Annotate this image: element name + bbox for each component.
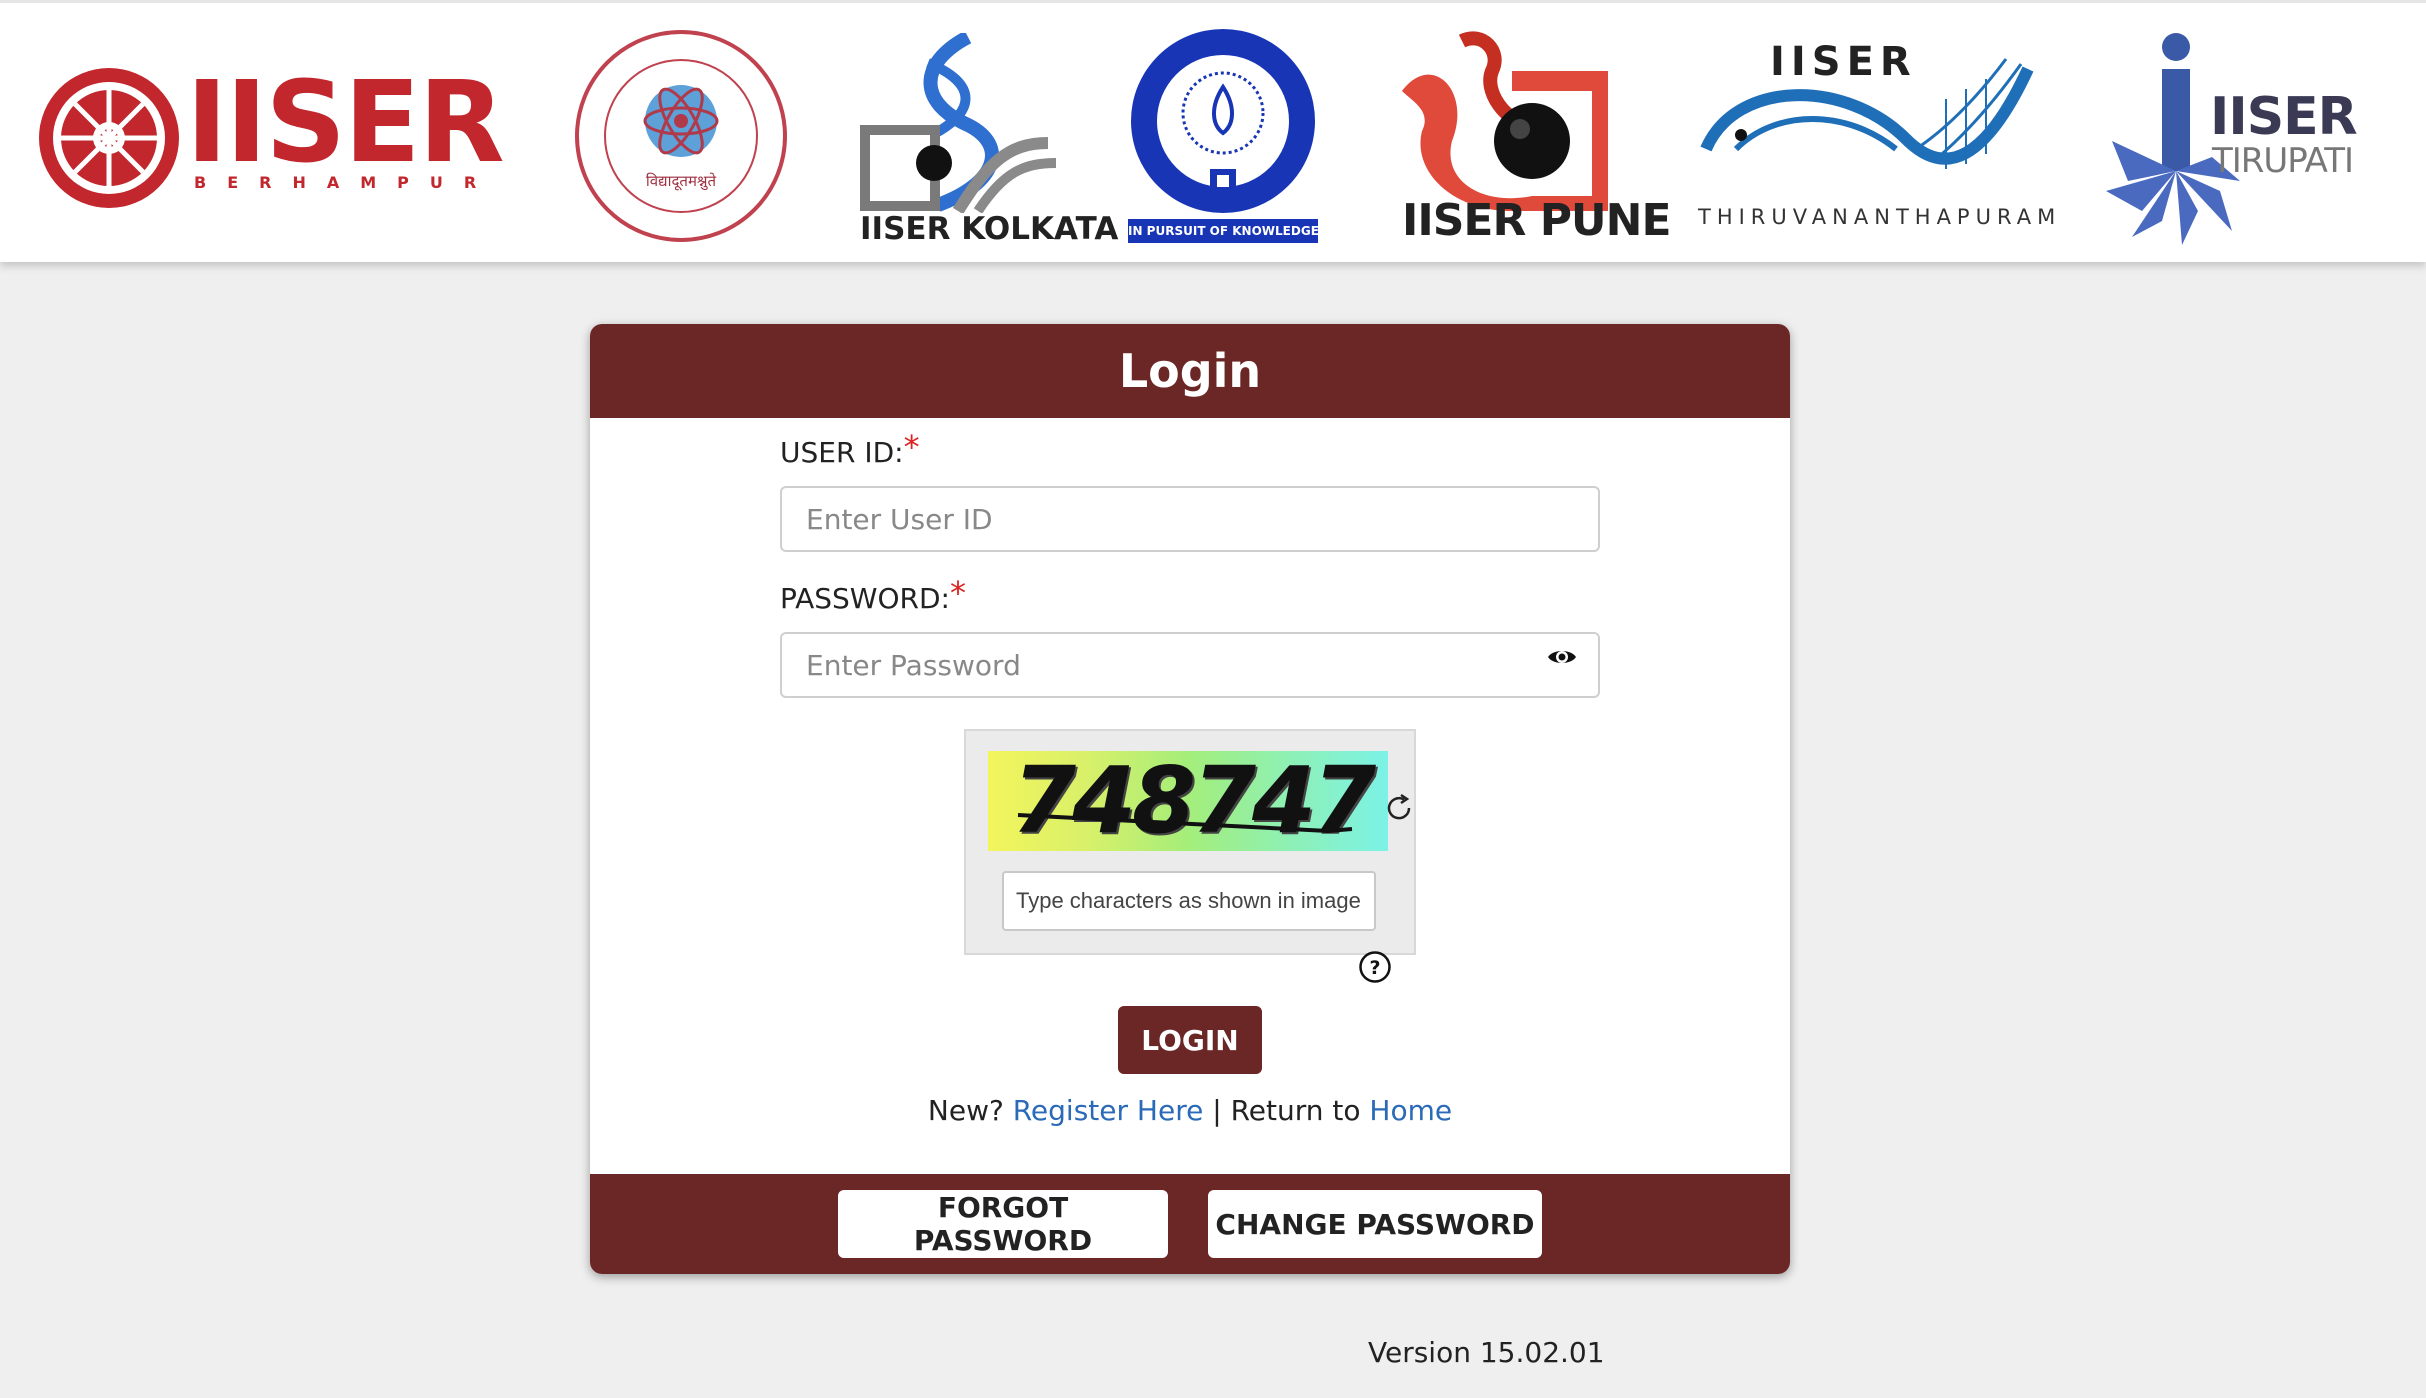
return-text: Return to bbox=[1230, 1094, 1361, 1127]
captcha-refresh-icon[interactable] bbox=[1382, 791, 1416, 825]
kolkata-logo-title: IISER KOLKATA bbox=[860, 211, 1119, 247]
iiser-tirupati-logo: IISER TIRUPATI bbox=[2102, 31, 2358, 245]
show-password-eye-icon[interactable] bbox=[1545, 640, 1579, 674]
tirupati-logo-title: IISER bbox=[2210, 87, 2358, 147]
login-title: Login bbox=[1118, 344, 1262, 398]
login-card: Login USER ID:* PASSWORD:* 748747 bbox=[590, 324, 1790, 1274]
login-card-footer: FORGOT PASSWORD CHANGE PASSWORD bbox=[590, 1174, 1790, 1274]
iiser-thiruvananthapuram-logo: IISER THIRUVANANTHAPURAM bbox=[1696, 39, 2055, 239]
captcha-image: 748747 bbox=[988, 751, 1388, 851]
links-separator: | bbox=[1212, 1094, 1222, 1127]
user-id-label: USER ID:* bbox=[780, 428, 920, 474]
captcha-input[interactable] bbox=[1002, 871, 1376, 931]
password-label: PASSWORD:* bbox=[780, 574, 966, 620]
mohali-tagline: IN PURSUIT OF KNOWLEDGE bbox=[1128, 219, 1319, 243]
version-label: Version 15.02.01 bbox=[1368, 1336, 1605, 1369]
required-marker: * bbox=[949, 574, 966, 612]
new-text: New? bbox=[927, 1094, 1004, 1127]
berhampur-logo-title: IISER bbox=[186, 58, 505, 188]
user-id-input[interactable] bbox=[780, 486, 1600, 552]
bhopal-motto: विद्यादूतमश्नुते bbox=[645, 172, 717, 190]
iiser-berhampur-logo: IISER BERHAMPUR bbox=[36, 63, 506, 213]
pune-logo-title: IISER PUNE bbox=[1402, 195, 1672, 246]
login-button[interactable]: LOGIN bbox=[1118, 1006, 1262, 1074]
password-input[interactable] bbox=[780, 632, 1600, 698]
register-home-links: New? Register Here | Return to Home bbox=[590, 1094, 1790, 1127]
home-link[interactable]: Home bbox=[1369, 1094, 1452, 1127]
captcha-help-icon[interactable]: ? bbox=[1358, 950, 1392, 984]
iiser-bhopal-logo: विद्यादूतमश्नुते bbox=[574, 29, 788, 243]
iiser-pune-logo: IISER PUNE bbox=[1392, 31, 1672, 247]
thiruvananthapuram-logo-title: IISER bbox=[1770, 39, 1917, 85]
iiser-mohali-logo: IN PURSUIT OF KNOWLEDGE bbox=[1128, 29, 1319, 245]
header-logo-banner: IISER BERHAMPUR विद्यादूतमश्नुते IISER K… bbox=[0, 0, 2426, 262]
user-id-label-text: USER ID: bbox=[780, 436, 904, 469]
thiruvananthapuram-logo-subtitle: THIRUVANANTHAPURAM bbox=[1698, 205, 2062, 229]
login-card-header: Login bbox=[590, 324, 1790, 418]
berhampur-logo-subtitle: BERHAMPUR bbox=[194, 173, 498, 192]
forgot-password-button[interactable]: FORGOT PASSWORD bbox=[838, 1190, 1168, 1258]
required-marker: * bbox=[903, 428, 920, 466]
tirupati-logo-subtitle: TIRUPATI bbox=[2212, 141, 2354, 181]
password-label-text: PASSWORD: bbox=[780, 582, 950, 615]
iiser-kolkata-logo: IISER KOLKATA bbox=[858, 30, 1118, 247]
register-here-link[interactable]: Register Here bbox=[1013, 1094, 1204, 1127]
svg-text:?: ? bbox=[1369, 957, 1380, 979]
change-password-button[interactable]: CHANGE PASSWORD bbox=[1208, 1190, 1542, 1258]
captcha-box: 748747 bbox=[964, 729, 1416, 955]
